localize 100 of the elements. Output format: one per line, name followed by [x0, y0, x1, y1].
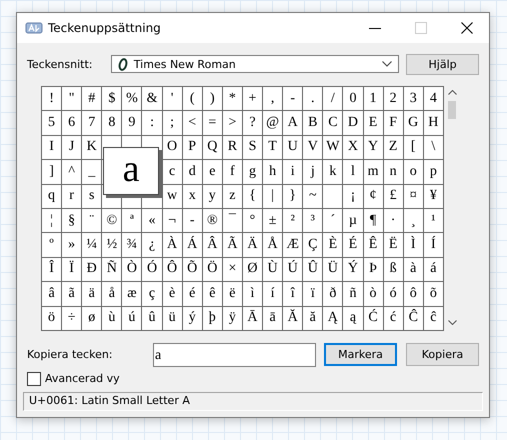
character-cell[interactable]: ï: [303, 282, 324, 307]
character-cell[interactable]: s: [82, 184, 102, 209]
character-cell[interactable]: Ą: [323, 306, 344, 331]
character-cell[interactable]: ,: [263, 87, 284, 112]
character-cell[interactable]: å: [102, 282, 122, 307]
character-cell[interactable]: k: [323, 160, 344, 185]
character-cell[interactable]: Á: [182, 233, 203, 258]
character-cell[interactable]: &: [142, 87, 163, 112]
character-cell[interactable]: h: [263, 160, 284, 185]
character-cell[interactable]: í: [263, 282, 284, 307]
character-cell[interactable]: B: [303, 111, 324, 136]
character-cell[interactable]: ó: [384, 282, 404, 307]
character-cell[interactable]: ß: [384, 258, 404, 282]
character-cell[interactable]: ¡: [343, 184, 364, 209]
character-cell[interactable]: 6: [62, 111, 82, 136]
character-cell[interactable]: ê: [202, 282, 223, 307]
character-cell[interactable]: Ð: [82, 258, 102, 282]
character-cell[interactable]: ~: [303, 184, 324, 209]
character-cell[interactable]: û: [142, 306, 163, 331]
character-cell[interactable]: ¢: [364, 184, 384, 209]
character-cell[interactable]: ¦: [42, 208, 62, 234]
character-cell[interactable]: ñ: [343, 282, 364, 307]
character-cell[interactable]: ¤: [404, 184, 424, 209]
character-cell[interactable]: Ã: [222, 233, 243, 258]
character-cell[interactable]: (: [182, 87, 203, 112]
character-cell[interactable]: 5: [42, 111, 62, 136]
character-cell[interactable]: Ì: [404, 233, 424, 258]
character-cell[interactable]: +: [242, 87, 264, 112]
character-cell[interactable]: {: [242, 184, 264, 209]
character-cell[interactable]: _: [82, 160, 102, 185]
character-cell[interactable]: Ü: [323, 258, 344, 282]
character-cell[interactable]: ô: [404, 282, 424, 307]
character-cell[interactable]: ³: [303, 208, 324, 234]
character-cell[interactable]: ): [202, 87, 223, 112]
character-cell[interactable]: ý: [182, 306, 203, 331]
character-cell[interactable]: Ú: [283, 258, 304, 282]
character-cell[interactable]: Ï: [62, 258, 82, 282]
character-cell[interactable]: ð: [323, 282, 344, 307]
character-cell[interactable]: É: [343, 233, 364, 258]
character-cell[interactable]: Ó: [142, 258, 163, 282]
character-cell[interactable]: -: [283, 87, 304, 112]
character-cell[interactable]: ã: [62, 282, 82, 307]
character-cell[interactable]: U: [283, 136, 304, 160]
copy-field[interactable]: a: [153, 342, 316, 367]
character-cell[interactable]: 7: [82, 111, 102, 136]
character-cell[interactable]: À: [162, 233, 183, 258]
character-cell[interactable]: g: [242, 160, 264, 185]
character-cell[interactable]: l: [343, 160, 364, 185]
character-cell[interactable]: ¼: [82, 233, 102, 258]
character-cell[interactable]: ·: [384, 208, 404, 234]
character-cell[interactable]: «: [142, 208, 163, 234]
character-cell[interactable]: Z: [384, 136, 404, 160]
character-cell[interactable]: è: [162, 282, 183, 307]
character-cell[interactable]: ©: [102, 208, 122, 234]
character-cell[interactable]: Ö: [202, 258, 223, 282]
character-cell[interactable]: î: [283, 282, 304, 307]
character-cell[interactable]: n: [384, 160, 404, 185]
character-cell[interactable]: :: [142, 111, 163, 136]
character-cell[interactable]: Ë: [384, 233, 404, 258]
character-cell[interactable]: G: [404, 111, 424, 136]
character-cell[interactable]: ü: [162, 306, 183, 331]
character-cell[interactable]: ą: [343, 306, 364, 331]
character-cell[interactable]: d: [182, 160, 203, 185]
character-cell[interactable]: ä: [82, 282, 102, 307]
character-cell[interactable]: Ā: [242, 306, 264, 331]
character-cell[interactable]: ö: [42, 306, 62, 331]
character-cell[interactable]: ¯: [222, 208, 243, 234]
character-cell[interactable]: ¨: [82, 208, 102, 234]
character-cell[interactable]: Ç: [303, 233, 324, 258]
character-cell[interactable]: ÷: [62, 306, 82, 331]
character-cell[interactable]: µ: [343, 208, 364, 234]
character-cell[interactable]: â: [42, 282, 62, 307]
character-cell[interactable]: P: [182, 136, 203, 160]
character-cell[interactable]: §: [62, 208, 82, 234]
character-cell[interactable]: ª: [122, 208, 142, 234]
character-cell[interactable]: Î: [42, 258, 62, 282]
character-cell[interactable]: Þ: [364, 258, 384, 282]
character-cell[interactable]: Ø: [242, 258, 264, 282]
character-cell[interactable]: »: [62, 233, 82, 258]
character-cell[interactable]: ÿ: [222, 306, 243, 331]
character-cell[interactable]: þ: [202, 306, 223, 331]
character-cell[interactable]: o: [404, 160, 424, 185]
character-cell[interactable]: r: [62, 184, 82, 209]
character-cell[interactable]: ò: [364, 282, 384, 307]
character-cell[interactable]: I: [42, 136, 62, 160]
character-cell[interactable]: >: [222, 111, 243, 136]
character-cell[interactable]: ā: [263, 306, 284, 331]
character-cell[interactable]: x: [182, 184, 203, 209]
character-cell[interactable]: K: [82, 136, 102, 160]
character-cell[interactable]: ă: [303, 306, 324, 331]
help-button[interactable]: Hjälp: [406, 54, 479, 74]
character-cell[interactable]: ć: [384, 306, 404, 331]
character-cell[interactable]: Y: [364, 136, 384, 160]
character-cell[interactable]: ;: [162, 111, 183, 136]
character-cell[interactable]: i: [283, 160, 304, 185]
character-cell[interactable]: 9: [122, 111, 142, 136]
character-cell[interactable]: ¾: [122, 233, 142, 258]
character-cell[interactable]: ²: [283, 208, 304, 234]
character-cell[interactable]: [: [404, 136, 424, 160]
character-cell[interactable]: 1: [364, 87, 384, 112]
